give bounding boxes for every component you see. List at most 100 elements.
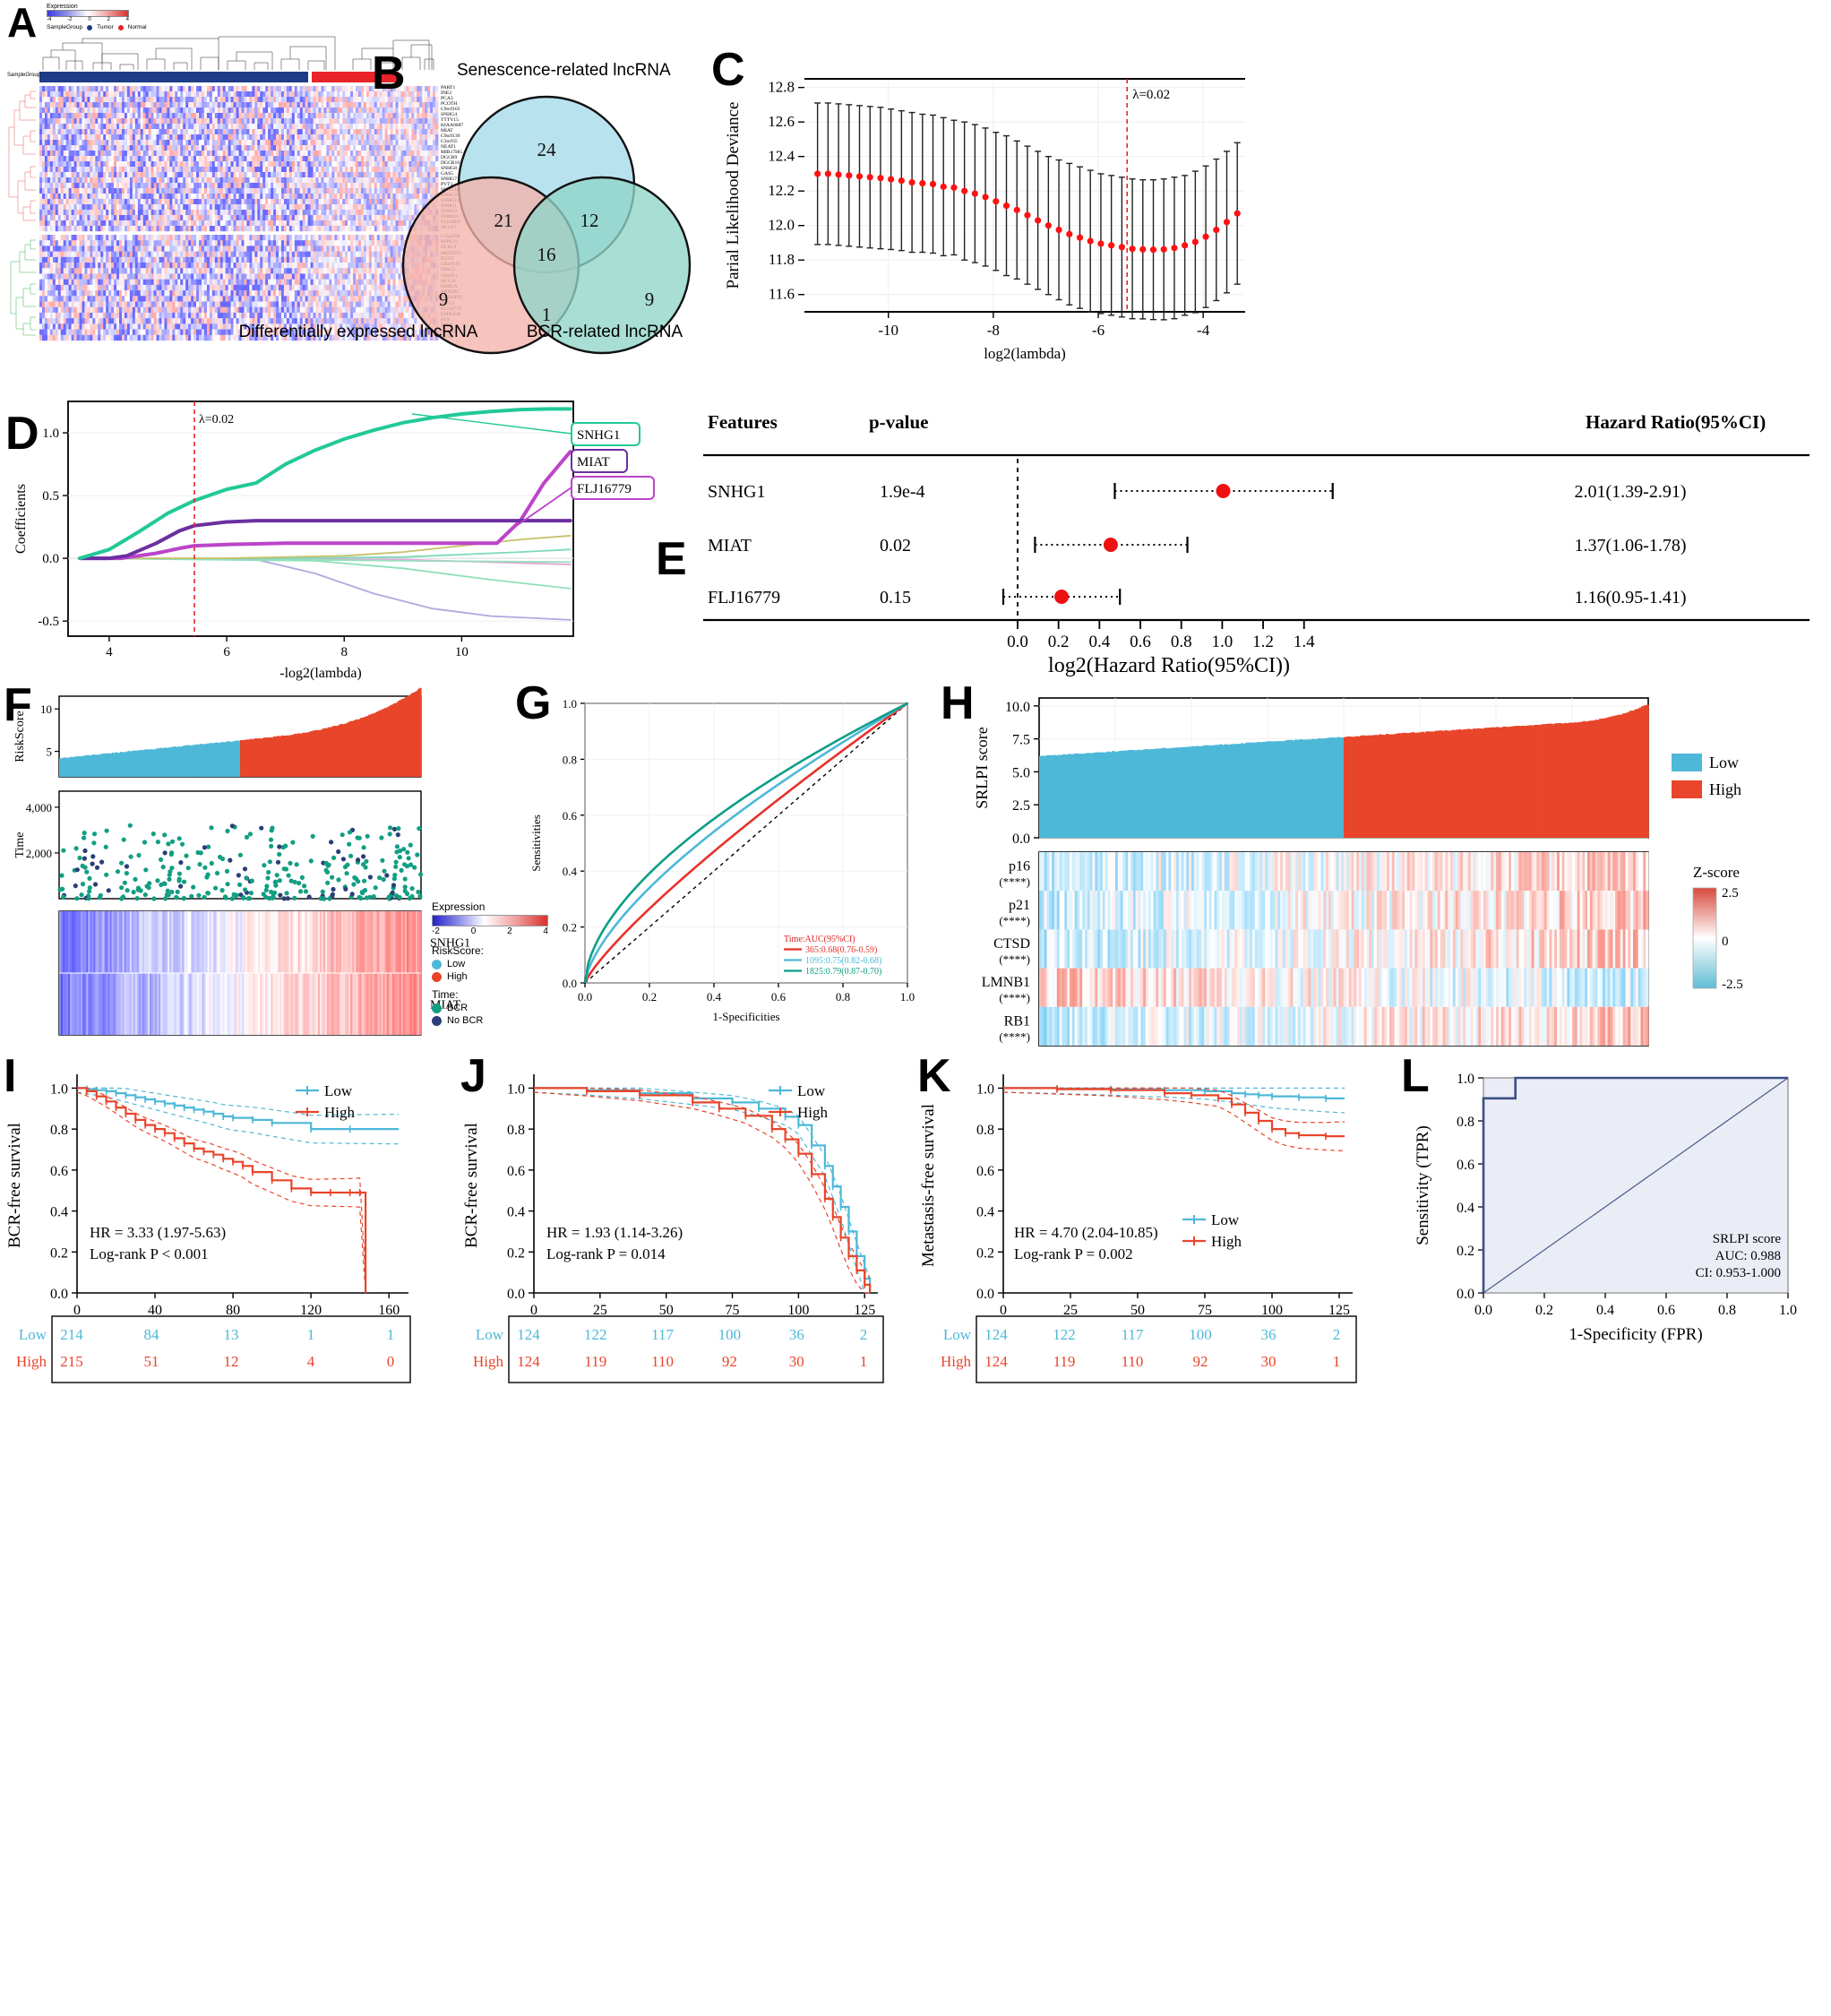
d-xtick: 4 [106,645,113,659]
panel-l-label: L [1401,1050,1430,1102]
km-ylabel: Metastasis-free survival [919,1104,938,1267]
km-ytick: 0.2 [50,1245,68,1261]
c-ytick: 11.6 [769,286,795,303]
risk-table-value: 124 [984,1353,1008,1370]
group-label-normal: Normal [127,24,147,30]
km-ylabel: BCR-free survival [462,1123,481,1248]
e-xtick: 0.4 [1088,633,1110,651]
e-row-feature: MIAT [708,536,752,556]
e-xtick: 1.0 [1212,633,1234,651]
expression-legend-ticks: -4 -2 0 2 4 [47,17,129,22]
risk-table-value: 119 [584,1353,606,1370]
d-ytick: -0.5 [38,615,59,629]
panel-h-plot: 0.02.55.07.510.0SRLPI score LowHighp16(**… [973,697,1743,1047]
h-row-significance: (****) [999,914,1030,927]
time-label-bcr: BCR [447,1003,468,1013]
e-header-pvalue: p-value [869,411,929,433]
panel-g-roc: 0.0 0.2 0.4 0.6 0.8 1.0 0.0 0.2 0.4 0.6 0.8 1.0 1-Sp… [529,697,915,1023]
risk-table-value: 1 [1333,1353,1341,1370]
panel-g: G 0.0 0.2 0.4 0.6 0.8 1.0 0.0 0.2 0.4 0.6 0.8 1.0 1-… [515,676,945,1053]
km-stat: Log-rank P < 0.001 [90,1245,209,1262]
km-legend-label: High [1211,1233,1242,1250]
g-xtick: 0.2 [642,990,657,1004]
l-ytick: 0.4 [1457,1201,1474,1216]
f-time-ytick: 4,000 [26,801,52,814]
expression-tick: 4 [125,17,129,22]
e-xlabel: log2(Hazard Ratio(95%CI)) [1048,654,1290,677]
risk-table-value: 51 [144,1353,159,1370]
e-row-pvalue: 0.15 [880,588,911,607]
km-legend-label: Low [1211,1211,1240,1228]
e-row-pvalue: 1.9e-4 [880,482,925,502]
panel-d-label: D [5,408,39,460]
l-xtick: 0.0 [1474,1303,1492,1318]
l-xlabel: 1-Specificity (FPR) [1569,1325,1702,1344]
c-ytick: 12.8 [768,79,795,96]
panel-c-label: C [711,44,745,96]
panel-a-column-annotation-tumor [39,72,308,82]
km-ytick: 0.2 [976,1245,994,1261]
km-ytick: 0.4 [50,1205,68,1220]
c-xtick: -8 [987,322,1000,339]
risk-table-value: 119 [1053,1353,1076,1370]
e-row-hr: 1.37(1.06-1.78) [1575,536,1687,556]
group-dot-tumor [87,24,93,30]
km-ytick: 1.0 [507,1081,525,1097]
km-stat: HR = 1.93 (1.14-3.26) [546,1224,683,1241]
risk-table-value: 215 [60,1353,83,1370]
panel-k-label: K [917,1050,951,1102]
km-legend-label: High [324,1104,356,1121]
h-zscore-tick: 2.5 [1722,886,1739,900]
h-row-gene: LMNB1 [982,975,1030,990]
risk-dot-low [432,959,442,969]
panel-k-km: 0.00.20.40.60.81.00255075100125Time (m)M… [919,1074,1357,1383]
e-row-hr: 1.16(0.95-1.41) [1575,588,1687,607]
km-ytick: 0.0 [507,1287,525,1302]
risk-table-value: 214 [60,1326,83,1343]
l-ytick: 1.0 [1457,1072,1474,1087]
c-ylabel: Parial Likelihood Deviance [724,102,743,289]
e-xtick: 0.0 [1007,633,1028,651]
d-gene-label: SNHG1 [577,428,620,443]
l-xtick: 1.0 [1779,1303,1797,1318]
panel-b-venn: 24 9 9 21 12 1 16 [401,95,692,355]
risk-label-high: High [447,971,468,982]
h-row-gene: CTSD [993,936,1030,952]
panel-f-label: F [4,679,32,731]
panel-l-roc: 0.0 0.2 0.4 0.6 0.8 1.0 0.0 0.2 0.4 0.6 0.8 1.0 1-Sp… [1414,1072,1797,1344]
g-xtick: 0.4 [707,990,722,1004]
venn-count-top-only: 24 [537,139,557,160]
l-xtick: 0.4 [1596,1303,1614,1318]
l-ytick: 0.2 [1457,1244,1474,1259]
risk-table-value: 1 [387,1326,395,1343]
panel-a-row-dendrogram-2 [10,239,36,336]
g-legend-entry: 1095:0.75(0.82-0.68) [805,956,881,966]
e-xtick: 1.4 [1294,633,1315,651]
risk-table-value: 13 [224,1326,239,1343]
panel-e: E Features p-value Hazard Ratio(95%CI) SNHG… [654,385,1831,677]
e-row-feature: FLJ16779 [708,588,780,607]
time-label-nobcr: No BCR [447,1015,484,1026]
km-stat: Log-rank P = 0.002 [1014,1245,1133,1262]
panel-a-sampleGroup-rowlabel: SampleGroup [7,73,41,78]
l-annotation: AUC: 0.988 [1715,1249,1781,1263]
km-ytick: 0.6 [507,1164,525,1179]
l-xtick: 0.8 [1718,1303,1736,1318]
km-ytick: 1.0 [976,1081,994,1097]
panel-b-top-label: Senescence-related lncRNA [457,61,671,80]
risk-table-value: 124 [517,1326,540,1343]
c-ytick: 12.6 [768,113,795,130]
g-ytick: 0.6 [563,809,578,823]
c-xtick: -4 [1197,322,1210,339]
g-ytick: 0.0 [563,977,577,990]
c-ytick: 12.2 [768,182,795,199]
km-stat: HR = 4.70 (2.04-10.85) [1014,1224,1158,1241]
panel-a-expression-legend: Expression -4 -2 0 2 4 [47,4,133,22]
venn-count-left-only: 9 [439,289,449,310]
risk-table-value: 124 [984,1326,1008,1343]
km-ytick: 0.8 [976,1123,994,1138]
km-ytick: 1.0 [50,1081,68,1097]
panel-j-km: 0.00.20.40.60.81.00255075100125Time (m)B… [462,1074,884,1383]
km-ytick: 0.6 [976,1164,994,1179]
e-row-hr: 2.01(1.39-2.91) [1575,482,1687,502]
